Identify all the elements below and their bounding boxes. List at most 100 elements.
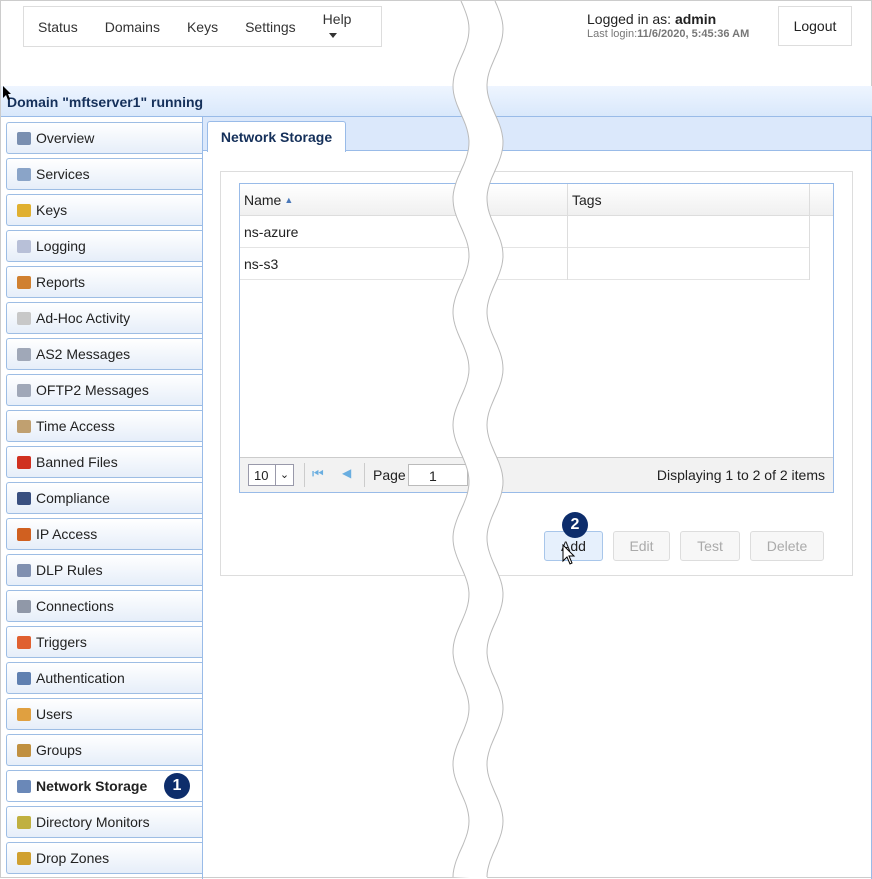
sidebar-item-ip-access[interactable]: IP Access — [6, 518, 202, 550]
caret-down-icon — [328, 33, 337, 39]
sidebar-item-keys[interactable]: Keys — [6, 194, 202, 226]
sidebar-item-logging[interactable]: Logging — [6, 230, 202, 262]
login-user: admin — [674, 11, 717, 27]
sidebar-item-label: Connections — [36, 598, 114, 614]
domain-header: Domain "mftserver1" running — [1, 86, 872, 117]
nav-help-label: Help — [322, 10, 352, 27]
nav-domains[interactable]: Domains — [105, 19, 160, 35]
services-icon — [17, 167, 31, 181]
sidebar-item-dlp-rules[interactable]: DLP Rules — [6, 554, 202, 586]
directory-monitors-icon — [17, 815, 31, 829]
nav-settings[interactable]: Settings — [245, 19, 296, 35]
first-page-icon[interactable]: ⏮ — [312, 466, 324, 482]
sidebar-item-label: OFTP2 Messages — [36, 382, 149, 398]
edit-button[interactable]: Edit — [613, 531, 670, 561]
cell-tags — [568, 248, 810, 280]
step-badge-1: 1 — [164, 773, 190, 799]
mouse-cursor-icon — [562, 544, 576, 565]
nav-keys[interactable]: Keys — [187, 19, 218, 35]
cell-tags — [568, 216, 810, 248]
logging-icon — [17, 239, 31, 253]
connections-icon — [17, 599, 31, 613]
last-login-value: 11/6/2020, 5:45:36 AM — [637, 28, 750, 40]
triggers-icon — [17, 635, 31, 649]
display-info: Displaying 1 to 2 of 2 items — [656, 467, 825, 483]
test-button[interactable]: Test — [680, 531, 740, 561]
divider — [304, 463, 305, 487]
banned-files-icon — [17, 455, 31, 469]
ip-access-icon — [17, 527, 31, 541]
sidebar-item-services[interactable]: Services — [6, 158, 202, 190]
login-prefix: Logged in as: — [587, 11, 675, 27]
sidebar-item-label: Drop Zones — [36, 850, 110, 866]
sidebar-item-label: Logging — [36, 238, 86, 254]
sidebar: Overview Services Keys Logging Reports Ad-Hoc… — [6, 122, 202, 878]
break-overlay — [452, 1, 504, 879]
reports-icon — [17, 275, 31, 289]
sidebar-item-label: Authentication — [36, 670, 125, 686]
sort-asc-icon: ▲ — [284, 195, 294, 205]
column-tags[interactable]: Tags — [568, 184, 810, 216]
sidebar-item-label: Banned Files — [36, 454, 118, 470]
nav-status[interactable]: Status — [38, 19, 78, 35]
envelope-icon — [17, 311, 31, 325]
mouse-cursor-icon — [3, 86, 11, 100]
authentication-icon — [17, 671, 31, 685]
table-row[interactable]: ns-azure — [240, 216, 810, 248]
sidebar-item-users[interactable]: Users — [6, 698, 202, 730]
sidebar-item-connections[interactable]: Connections — [6, 590, 202, 622]
sidebar-item-label: Time Access — [36, 418, 115, 434]
sidebar-item-label: Directory Monitors — [36, 814, 150, 830]
sidebar-item-label: Services — [36, 166, 90, 182]
column-name[interactable]: Name ▲ — [240, 184, 568, 216]
tab-network-storage[interactable]: Network Storage — [207, 121, 346, 152]
top-nav: Status Domains Keys Settings Help — [23, 6, 382, 47]
sidebar-item-groups[interactable]: Groups — [6, 734, 202, 766]
sidebar-item-label: Overview — [36, 130, 95, 146]
sidebar-item-label: Compliance — [36, 490, 110, 506]
network-storage-icon — [17, 779, 31, 793]
sidebar-item-reports[interactable]: Reports — [6, 266, 202, 298]
logout-button[interactable]: Logout — [778, 6, 852, 46]
as2-icon — [17, 347, 31, 361]
compliance-icon — [17, 491, 31, 505]
sidebar-item-drop-zones[interactable]: Drop Zones — [6, 842, 202, 874]
drop-zones-icon — [17, 851, 31, 865]
step-badge-2: 2 — [562, 512, 588, 538]
shield-icon — [17, 563, 31, 577]
prev-page-icon[interactable]: ◀ — [342, 466, 351, 480]
divider — [364, 463, 365, 487]
page-size-select[interactable]: 10 ⌄ — [248, 464, 294, 486]
sidebar-item-directory-monitors[interactable]: Directory Monitors — [6, 806, 202, 838]
sidebar-item-as2-messages[interactable]: AS2 Messages — [6, 338, 202, 370]
sidebar-item-banned-files[interactable]: Banned Files — [6, 446, 202, 478]
sidebar-item-label: AS2 Messages — [36, 346, 131, 362]
nav-help[interactable]: Help — [323, 11, 354, 43]
storage-grid: Name ▲ Tags ns-azure ns-s3 10 ⌄ ⏮ ◀ Page … — [239, 183, 834, 493]
sidebar-item-oftp2-messages[interactable]: OFTP2 Messages — [6, 374, 202, 406]
cell-name: ns-s3 — [240, 248, 568, 280]
sidebar-item-time-access[interactable]: Time Access — [6, 410, 202, 442]
delete-button[interactable]: Delete — [750, 531, 824, 561]
sidebar-item-label: DLP Rules — [36, 562, 103, 578]
sidebar-item-triggers[interactable]: Triggers — [6, 626, 202, 658]
sidebar-item-label: Users — [36, 706, 73, 722]
last-login-label: Last login: — [587, 28, 638, 40]
sidebar-item-label: Groups — [36, 742, 82, 758]
user-icon — [17, 707, 31, 721]
domain-title: Domain "mftserver1" running — [7, 94, 204, 110]
sidebar-item-label: Keys — [36, 202, 68, 218]
oftp2-icon — [17, 383, 31, 397]
sidebar-item-label: IP Access — [36, 526, 98, 542]
sidebar-item-overview[interactable]: Overview — [6, 122, 202, 154]
page-size-value: 10 — [254, 468, 269, 483]
sidebar-item-label: Reports — [36, 274, 86, 290]
sidebar-item-label: Network Storage — [36, 778, 148, 794]
sidebar-item-ad-hoc-activity[interactable]: Ad-Hoc Activity — [6, 302, 202, 334]
table-row[interactable]: ns-s3 — [240, 248, 810, 280]
sidebar-item-authentication[interactable]: Authentication — [6, 662, 202, 694]
chevron-down-icon: ⌄ — [275, 465, 293, 485]
sidebar-item-compliance[interactable]: Compliance — [6, 482, 202, 514]
pager: 10 ⌄ ⏮ ◀ Page 1 Displaying 1 to 2 of 2 i… — [240, 457, 833, 492]
sidebar-item-label: Ad-Hoc Activity — [36, 310, 131, 326]
